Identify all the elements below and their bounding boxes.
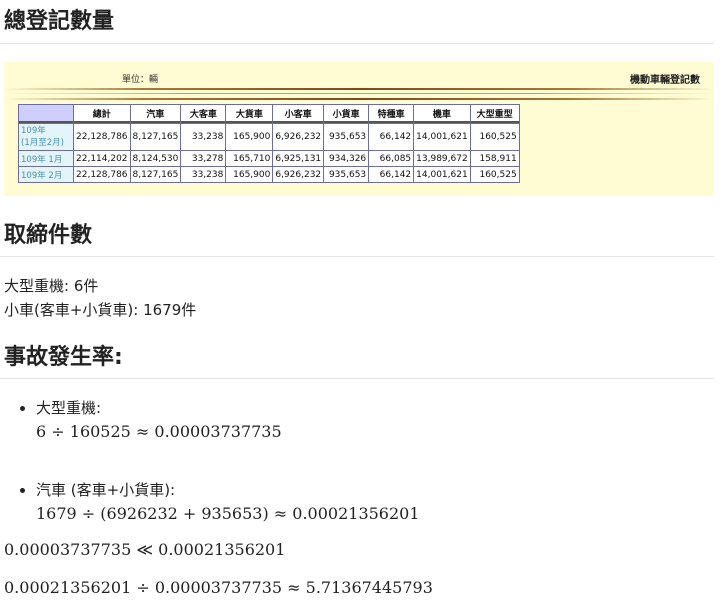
heading-divider — [0, 378, 714, 379]
table-cell: 160,525 — [470, 124, 519, 150]
comparison-formula: 0.00003737735 ≪ 0.00021356201 — [4, 540, 286, 559]
table-cell: 22,128,786 — [74, 167, 130, 182]
column-header: 汽車 — [130, 105, 181, 123]
table-row: 109年 1月 22,114,202 8,124,530 33,278 165,… — [19, 151, 519, 166]
table-cell: 6,925,131 — [273, 151, 324, 166]
panel-title: 機動車輛登記數 — [630, 75, 700, 86]
table-cell: 33,278 — [181, 151, 226, 166]
item-label: 大型重機: — [36, 399, 102, 417]
table-cell: 6,926,232 — [273, 124, 324, 150]
table-cell: 160,525 — [470, 167, 519, 182]
accident-list: 汽車 (客車+小貨車): 1679 ÷ (6926232 + 935653) ≈… — [20, 478, 420, 526]
small-count: 小車(客車+小貨車): 1679件 — [4, 301, 197, 319]
table-cell: 165,900 — [226, 124, 273, 150]
list-item: 大型重機: 6 ÷ 160525 ≈ 0.00003737735 — [20, 396, 282, 444]
table-cell: 66,142 — [369, 167, 414, 182]
row-header: 109年 (1月至2月) — [19, 124, 73, 150]
table-cell: 8,127,165 — [130, 124, 181, 150]
row-header: 109年 2月 — [19, 167, 73, 182]
panel-divider-lower — [4, 98, 714, 100]
table-row: 109年 (1月至2月) 22,128,786 8,127,165 33,238 … — [19, 124, 519, 150]
table-cell: 6,926,232 — [273, 167, 324, 182]
table-cell: 13,989,672 — [414, 151, 470, 166]
column-header: 大貨車 — [226, 105, 273, 123]
table-cell: 934,326 — [324, 151, 369, 166]
table-cell: 33,238 — [181, 167, 226, 182]
accident-heading: 事故發生率: — [4, 345, 123, 370]
heading-divider — [0, 43, 714, 44]
column-header: 總計 — [74, 105, 130, 123]
table-corner-cell — [19, 105, 73, 123]
column-header: 小貨車 — [324, 105, 369, 123]
table-cell: 935,653 — [324, 167, 369, 182]
table-cell: 165,710 — [226, 151, 273, 166]
registration-heading: 總登記數量 — [4, 9, 115, 34]
unit-label: 單位：輛 — [122, 75, 159, 85]
item-formula: 6 ÷ 160525 ≈ 0.00003737735 — [36, 422, 282, 441]
row-header: 109年 1月 — [19, 151, 73, 166]
column-header: 小客車 — [273, 105, 324, 123]
table-cell: 8,127,165 — [130, 167, 181, 182]
panel-divider — [4, 88, 714, 90]
panel-divider-thin — [4, 93, 714, 94]
table-cell: 22,114,202 — [74, 151, 130, 166]
heavy-count: 大型重機: 6件 — [4, 277, 99, 295]
table-cell: 66,142 — [369, 124, 414, 150]
table-row: 109年 2月 22,128,786 8,127,165 33,238 165,… — [19, 167, 519, 182]
column-header: 大型重型 — [470, 105, 519, 123]
list-item: 汽車 (客車+小貨車): 1679 ÷ (6926232 + 935653) ≈… — [20, 478, 420, 526]
item-formula: 1679 ÷ (6926232 + 935653) ≈ 0.0002135620… — [36, 504, 420, 523]
table-cell: 33,238 — [181, 124, 226, 150]
enforcement-facts: 大型重機: 6件 小車(客車+小貨車): 1679件 — [4, 274, 196, 322]
column-header: 機車 — [414, 105, 470, 123]
registration-table: 總計 汽車 大客車 大貨車 小客車 小貨車 特種車 機車 大型重型 109年 (1… — [18, 104, 520, 183]
enforcement-heading: 取締件數 — [4, 223, 93, 248]
column-header: 特種車 — [369, 105, 414, 123]
item-label: 汽車 (客車+小貨車): — [36, 481, 176, 499]
registration-panel: 單位：輛 機動車輛登記數 總計 汽車 大客車 大貨車 小客車 小貨車 特種車 機… — [4, 62, 714, 196]
accident-list: 大型重機: 6 ÷ 160525 ≈ 0.00003737735 — [20, 396, 282, 444]
table-cell: 14,001,621 — [414, 167, 470, 182]
table-cell: 8,124,530 — [130, 151, 181, 166]
table-header-row: 總計 汽車 大客車 大貨車 小客車 小貨車 特種車 機車 大型重型 — [19, 105, 519, 123]
ratio-formula: 0.00021356201 ÷ 0.00003737735 ≈ 5.713674… — [4, 578, 433, 597]
table-cell: 165,900 — [226, 167, 273, 182]
table-cell: 22,128,786 — [74, 124, 130, 150]
table-cell: 935,653 — [324, 124, 369, 150]
table-cell: 158,911 — [470, 151, 519, 166]
column-header: 大客車 — [181, 105, 226, 123]
table-cell: 66,085 — [369, 151, 414, 166]
heading-divider — [0, 256, 714, 257]
table-cell: 14,001,621 — [414, 124, 470, 150]
